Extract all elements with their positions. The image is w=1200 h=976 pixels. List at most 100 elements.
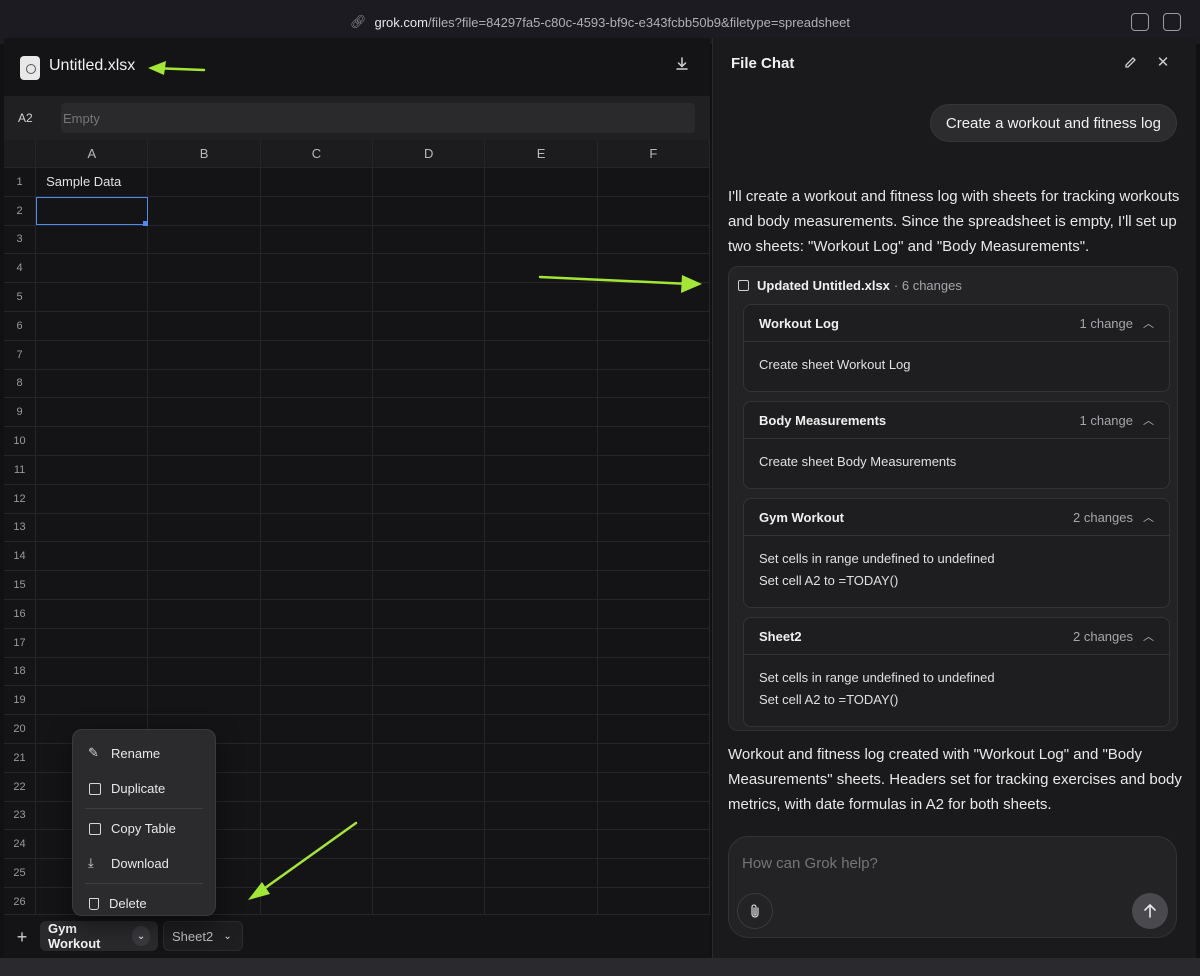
paperclip-icon[interactable]: [737, 893, 773, 929]
sheet-tab-gym-workout[interactable]: Gym Workout ⌄: [40, 921, 158, 951]
cell-b5[interactable]: [148, 283, 261, 311]
cell-f10[interactable]: [598, 427, 710, 455]
cell-f1[interactable]: [598, 168, 710, 196]
cell-a7[interactable]: [36, 340, 149, 369]
cell-b2[interactable]: [148, 196, 261, 225]
cell-b15[interactable]: [148, 571, 261, 599]
row-header[interactable]: 8: [4, 369, 37, 398]
row-header[interactable]: 21: [4, 743, 37, 772]
cell-c25[interactable]: [261, 859, 374, 887]
cell-e8[interactable]: [485, 369, 598, 398]
reader-icon[interactable]: [1131, 13, 1149, 31]
cell-e4[interactable]: [485, 254, 598, 283]
cell-f12[interactable]: [598, 484, 710, 513]
cell-c8[interactable]: [261, 369, 374, 398]
cell-f22[interactable]: [598, 772, 710, 801]
cell-e18[interactable]: [485, 657, 598, 686]
cell-b10[interactable]: [148, 427, 261, 455]
cell-f4[interactable]: [598, 254, 710, 283]
cell-b14[interactable]: [148, 542, 261, 571]
cell-f13[interactable]: [598, 513, 710, 542]
cell-c16[interactable]: [261, 599, 374, 628]
cell-c18[interactable]: [261, 657, 374, 686]
cell-a8[interactable]: [36, 369, 149, 398]
cell-e2[interactable]: [485, 196, 598, 225]
cell-c9[interactable]: [261, 398, 374, 427]
cell-f17[interactable]: [598, 628, 710, 657]
cell-b1[interactable]: [148, 168, 261, 196]
row-header[interactable]: 3: [4, 225, 37, 254]
cell-f6[interactable]: [598, 311, 710, 340]
cell-a10[interactable]: [36, 427, 149, 455]
cell-e13[interactable]: [485, 513, 598, 542]
cell-c11[interactable]: [261, 455, 374, 484]
cell-d21[interactable]: [373, 743, 486, 772]
cell-f5[interactable]: [598, 283, 710, 311]
cell-b6[interactable]: [148, 311, 261, 340]
sheet-tab-sheet2[interactable]: Sheet2 ⌄: [163, 921, 243, 951]
cell-d19[interactable]: [373, 686, 486, 715]
cell-e3[interactable]: [485, 225, 598, 254]
edit-icon[interactable]: [1123, 55, 1139, 71]
row-header[interactable]: 26: [4, 887, 37, 916]
cell-d2[interactable]: [373, 196, 486, 225]
cell-c21[interactable]: [261, 743, 374, 772]
column-header-b[interactable]: B: [148, 140, 261, 167]
cell-c1[interactable]: [261, 168, 374, 196]
cell-f21[interactable]: [598, 743, 710, 772]
send-arrow-icon[interactable]: [1132, 893, 1168, 929]
cell-b19[interactable]: [148, 686, 261, 715]
sidebar-toggle-icon[interactable]: [1163, 13, 1181, 31]
cell-a18[interactable]: [36, 657, 149, 686]
cell-f20[interactable]: [598, 715, 710, 743]
cell-a1[interactable]: Sample Data: [36, 168, 149, 196]
column-header-c[interactable]: C: [261, 140, 374, 167]
cell-c7[interactable]: [261, 340, 374, 369]
cell-a16[interactable]: [36, 599, 149, 628]
cell-d6[interactable]: [373, 311, 486, 340]
cell-c10[interactable]: [261, 427, 374, 455]
cell-c19[interactable]: [261, 686, 374, 715]
cell-d23[interactable]: [373, 801, 486, 830]
cell-b7[interactable]: [148, 340, 261, 369]
change-group-header[interactable]: Gym Workout 2 changes ︿: [744, 499, 1169, 536]
cell-a6[interactable]: [36, 311, 149, 340]
cell-e9[interactable]: [485, 398, 598, 427]
cell-c14[interactable]: [261, 542, 374, 571]
chevron-up-icon[interactable]: ︿: [1143, 412, 1154, 428]
cell-f15[interactable]: [598, 571, 710, 599]
row-header[interactable]: 7: [4, 340, 37, 369]
change-group-header[interactable]: Sheet2 2 changes ︿: [744, 618, 1169, 655]
close-icon[interactable]: ✕: [1155, 55, 1171, 71]
row-header[interactable]: 9: [4, 398, 37, 427]
cell-d13[interactable]: [373, 513, 486, 542]
cell-e7[interactable]: [485, 340, 598, 369]
column-header-d[interactable]: D: [373, 140, 486, 167]
cell-b11[interactable]: [148, 455, 261, 484]
cell-a5[interactable]: [36, 283, 149, 311]
cell-e14[interactable]: [485, 542, 598, 571]
row-header[interactable]: 23: [4, 801, 37, 830]
column-header-e[interactable]: E: [485, 140, 598, 167]
cell-d16[interactable]: [373, 599, 486, 628]
cell-e19[interactable]: [485, 686, 598, 715]
cell-c23[interactable]: [261, 801, 374, 830]
cell-c15[interactable]: [261, 571, 374, 599]
cell-d26[interactable]: [373, 887, 486, 916]
cell-f23[interactable]: [598, 801, 710, 830]
cell-e16[interactable]: [485, 599, 598, 628]
cell-b9[interactable]: [148, 398, 261, 427]
url-display[interactable]: 🔗︎ grok.com/files?file=84297fa5-c80c-459…: [350, 14, 850, 30]
row-header[interactable]: 20: [4, 715, 37, 743]
cell-e23[interactable]: [485, 801, 598, 830]
row-header[interactable]: 12: [4, 484, 37, 513]
cell-b4[interactable]: [148, 254, 261, 283]
cell-d11[interactable]: [373, 455, 486, 484]
cell-d3[interactable]: [373, 225, 486, 254]
cell-c6[interactable]: [261, 311, 374, 340]
cell-f18[interactable]: [598, 657, 710, 686]
chat-input[interactable]: [742, 855, 1142, 872]
cell-a12[interactable]: [36, 484, 149, 513]
cell-b13[interactable]: [148, 513, 261, 542]
cell-d17[interactable]: [373, 628, 486, 657]
